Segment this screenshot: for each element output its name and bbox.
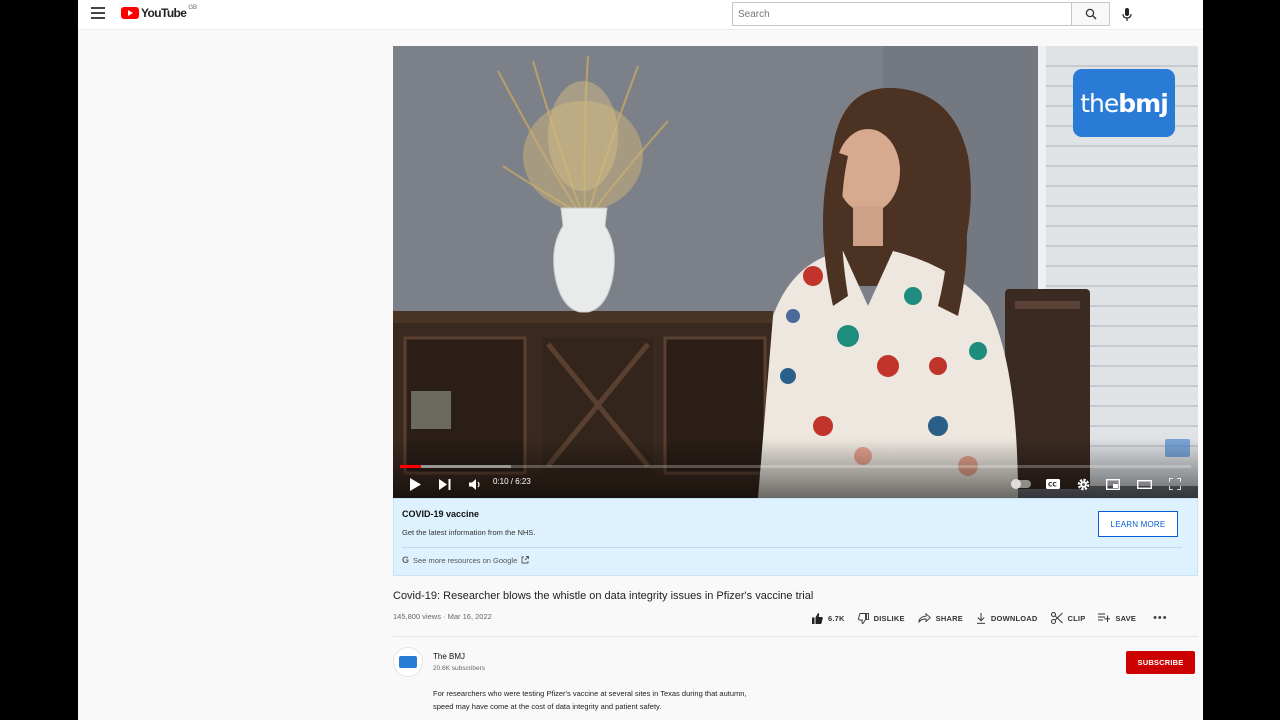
video-title: Covid-19: Researcher blows the whistle o… <box>393 590 814 602</box>
svg-text:CC: CC <box>1048 482 1057 489</box>
bmj-logo-light: the <box>1080 88 1119 118</box>
save-label: SAVE <box>1115 613 1137 623</box>
bmj-logo-bold: bmj <box>1118 88 1169 118</box>
search-icon <box>1085 8 1096 20</box>
clip-icon <box>1050 612 1063 624</box>
subscribe-button[interactable]: SUBSCRIBE <box>1126 651 1195 674</box>
bmj-overlay-logo[interactable]: the bmj <box>1073 69 1175 137</box>
search-box <box>732 2 1110 26</box>
autoplay-toggle[interactable] <box>1011 479 1031 489</box>
like-icon <box>812 612 823 624</box>
theater-icon <box>1136 479 1152 489</box>
settings-icon <box>1077 478 1089 490</box>
captions-button[interactable]: CC <box>1043 474 1063 494</box>
next-icon <box>439 478 451 490</box>
mic-icon <box>1122 7 1132 21</box>
external-link-icon <box>521 556 530 564</box>
progress-played <box>400 465 421 468</box>
share-icon <box>917 613 931 623</box>
captions-icon: CC <box>1046 479 1060 489</box>
settings-button[interactable] <box>1073 474 1093 494</box>
menu-icon[interactable] <box>91 7 105 21</box>
next-button[interactable] <box>435 474 455 494</box>
info-panel-title: COVID-19 vaccine <box>402 509 480 519</box>
bmj-avatar-logo <box>399 656 417 668</box>
channel-subscriber-count: 20.6K subscribers <box>433 665 486 672</box>
more-actions-button[interactable]: ••• <box>1153 612 1168 624</box>
voice-search-button[interactable] <box>1119 6 1135 22</box>
youtube-watch-page: YouTube GB Search the bmj 0:10 / 6:23 CC… <box>78 0 1203 720</box>
volume-icon <box>468 478 480 490</box>
download-icon <box>976 612 985 624</box>
fullscreen-button[interactable] <box>1165 474 1185 494</box>
time-display: 0:10 / 6:23 <box>493 477 531 486</box>
youtube-logo[interactable]: YouTube GB <box>121 5 198 20</box>
mute-button[interactable] <box>465 474 485 494</box>
download-button[interactable]: DOWNLOAD <box>976 612 1038 624</box>
youtube-play-icon <box>121 7 139 19</box>
progress-bar[interactable] <box>400 465 1191 468</box>
play-button[interactable] <box>405 474 425 494</box>
like-count: 6.7K <box>828 613 845 623</box>
logo-text: YouTube <box>141 6 187 20</box>
download-label: DOWNLOAD <box>990 613 1038 623</box>
learn-more-button[interactable]: LEARN MORE <box>1098 511 1178 537</box>
channel-avatar[interactable] <box>393 647 423 677</box>
logo-region: GB <box>188 5 198 11</box>
google-resources-link[interactable]: G See more resources on Google <box>402 555 530 565</box>
theater-mode-button[interactable] <box>1134 474 1154 494</box>
google-icon: G <box>402 555 410 565</box>
info-panel-divider <box>402 547 1182 548</box>
search-button[interactable] <box>1071 2 1110 26</box>
search-input[interactable] <box>732 2 1071 26</box>
google-resources-text: See more resources on Google <box>413 555 518 565</box>
miniplayer-button[interactable] <box>1103 474 1123 494</box>
info-panel-subtitle: Get the latest information from the NHS. <box>402 528 536 537</box>
section-divider <box>393 636 1198 637</box>
save-button[interactable]: SAVE <box>1098 613 1136 623</box>
miniplayer-icon <box>1106 478 1120 490</box>
share-button[interactable]: SHARE <box>917 613 963 623</box>
description-line-2: speed may have come at the cost of data … <box>433 702 662 711</box>
clip-button[interactable]: CLIP <box>1050 612 1086 624</box>
clip-label: CLIP <box>1067 613 1086 623</box>
share-label: SHARE <box>935 613 963 623</box>
video-description: For researchers who were testing Pfizer'… <box>433 687 813 713</box>
video-meta: 145,800 views · Mar 16, 2022 <box>393 612 492 621</box>
covid-info-panel: COVID-19 vaccine Get the latest informat… <box>393 498 1198 576</box>
video-actions: 6.7K DISLIKE SHARE DOWNLOAD CLIP SAVE ••… <box>812 612 1168 624</box>
dislike-icon <box>857 612 869 624</box>
masthead: YouTube GB <box>78 0 1203 30</box>
description-line-1: For researchers who were testing Pfizer'… <box>433 689 747 698</box>
play-icon <box>409 477 421 491</box>
dislike-label: DISLIKE <box>873 613 905 623</box>
like-button[interactable]: 6.7K <box>812 612 845 624</box>
save-icon <box>1098 613 1111 622</box>
video-player[interactable]: the bmj 0:10 / 6:23 CC <box>393 46 1198 498</box>
channel-name[interactable]: The BMJ <box>433 652 465 661</box>
dislike-button[interactable]: DISLIKE <box>857 612 905 624</box>
fullscreen-icon <box>1169 478 1181 490</box>
